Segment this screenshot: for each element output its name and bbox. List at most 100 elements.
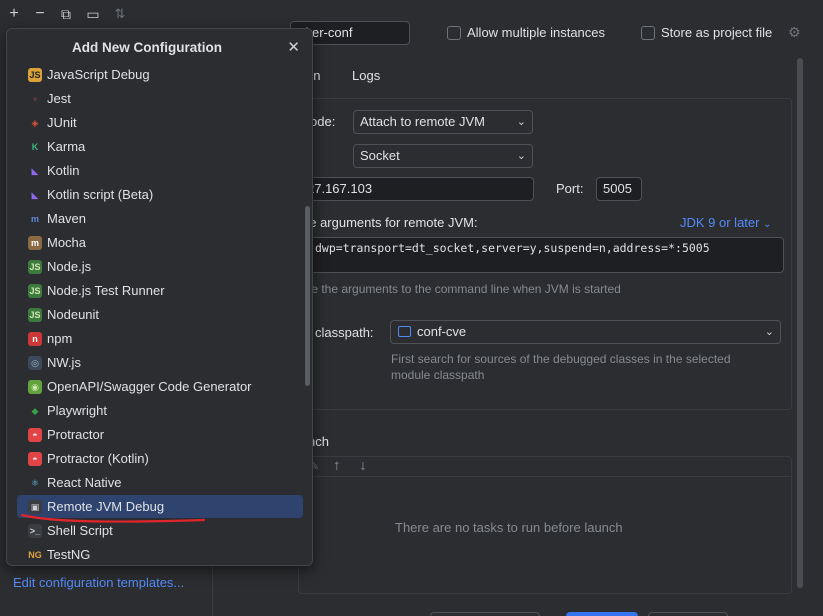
popup-item-label: Playwright [47,403,107,418]
allow-multiple-checkbox[interactable] [447,26,461,40]
popup-item-nodeunit[interactable]: JS Nodeunit [17,303,303,326]
popup-item-kotlin-script-beta[interactable]: ◣ Kotlin script (Beta) [17,183,303,206]
popup-item-node-js-test-runner[interactable]: JS Node.js Test Runner [17,279,303,302]
popup-scrollbar[interactable] [305,206,310,386]
add-icon[interactable]: + [4,4,24,24]
before-launch-divider [298,476,792,477]
port-input[interactable]: 5005 [596,177,642,201]
nodeunit-icon: JS [28,308,42,322]
openapi-icon: ◉ [28,380,42,394]
chevron-down-icon: ⌄ [516,116,526,128]
protractor-kotlin-icon: ◓ [28,452,42,466]
maven-icon: m [30,214,39,224]
module-folder-icon [398,326,411,337]
args-hint: ste the arguments to the command line wh… [302,282,621,296]
popup-item-mocha[interactable]: m Mocha [17,231,303,254]
npm-icon: n [28,332,42,346]
close-icon[interactable]: ✕ [287,38,300,56]
popup-item-label: JavaScript Debug [47,67,150,82]
args-label: ne arguments for remote JVM: [302,215,478,230]
store-project-checkbox[interactable] [641,26,655,40]
karma-icon: K [31,142,39,152]
popup-item-label: Kotlin script (Beta) [47,187,154,202]
popup-item-label: Maven [47,211,87,226]
folder-icon[interactable]: ▭ [83,4,103,24]
store-project-label: Store as project file [661,25,773,40]
classpath-hint-1: First search for sources of the debugged… [391,352,731,366]
popup-item-node-js[interactable]: JS Node.js [17,255,303,278]
classpath-value: conf-cve [417,324,467,339]
popup-item-label: Mocha [47,235,87,250]
host-input[interactable]: 27.167.103 [302,177,534,201]
move-down-icon[interactable]: ⭣ [360,459,366,474]
playwright-icon: ◆ [31,406,39,416]
jest-icon: ♆ [31,94,39,104]
chevron-down-icon: ⌄ [764,326,774,338]
transport-value: Socket [360,148,400,163]
classpath-hint-2: module classpath [391,368,485,382]
ok-button[interactable] [566,612,638,616]
classpath-label: classpath: [315,325,374,340]
popup-item-label: Jest [47,91,71,106]
popup-item-label: Protractor [47,427,105,442]
shell-script-icon: >_ [28,524,42,538]
mocha-icon: m [28,236,42,250]
classpath-select[interactable]: conf-cve ⌄ [390,320,781,344]
editor-scrollbar[interactable] [797,58,803,588]
edit-templates-link[interactable]: Edit configuration templates... [13,575,184,590]
chevron-down-icon: ⌄ [516,150,526,162]
popup-item-nw-js[interactable]: ◎ NW.js [17,351,303,374]
popup-item-label: npm [47,331,73,346]
react-native-icon: ⚛ [30,478,40,488]
chevron-down-icon: ⌄ [763,219,772,230]
config-editor: cker-conf Allow multiple instances Store… [250,0,823,616]
testng-icon: NG [28,550,42,560]
cancel-button[interactable] [648,612,728,616]
remove-icon[interactable]: − [30,4,50,24]
sort-icon[interactable]: ⇅ [110,4,130,24]
allow-multiple-label: Allow multiple instances [467,25,606,40]
tab-logs[interactable]: Logs [352,68,380,83]
debugger-mode-label: ode: [310,114,336,129]
popup-item-label: Node.js [47,259,92,274]
popup-item-kotlin[interactable]: ◣ Kotlin [17,159,303,182]
popup-item-jest[interactable]: ♆ Jest [17,87,303,110]
debugger-mode-select[interactable]: Attach to remote JVM ⌄ [353,110,533,134]
junit-icon: ◈ [31,118,39,128]
jdk-version-link[interactable]: JDK 9 or later ⌄ [680,215,772,230]
javascript-debug-icon: JS [28,68,42,82]
nodejs-test-runner-icon: JS [28,284,42,298]
args-field[interactable]: dwp=transport=dt_socket,server=y,suspend… [302,237,784,273]
popup-item-react-native[interactable]: ⚛ React Native [17,471,303,494]
popup-item-label: NW.js [47,355,81,370]
protractor-icon: ◓ [28,428,42,442]
popup-item-protractor[interactable]: ◓ Protractor [17,423,303,446]
popup-item-testng[interactable]: NG TestNG [17,543,303,566]
popup-item-label: Karma [47,139,86,154]
nwjs-icon: ◎ [28,356,42,370]
add-configuration-popup: Add New Configuration ✕ JS JavaScript Deb… [6,28,313,566]
popup-item-junit[interactable]: ◈ JUnit [17,111,303,134]
popup-item-karma[interactable]: K Karma [17,135,303,158]
red-annotation-stroke [20,513,206,523]
gear-icon[interactable]: ⚙ [788,24,801,41]
popup-item-npm[interactable]: n npm [17,327,303,350]
popup-item-protractor-kotlin[interactable]: ◓ Protractor (Kotlin) [17,447,303,470]
popup-item-openapi-swagger-code-generator[interactable]: ◉ OpenAPI/Swagger Code Generator [17,375,303,398]
popup-item-label: Nodeunit [47,307,100,322]
popup-item-maven[interactable]: m Maven [17,207,303,230]
copy-icon[interactable]: ⧉ [56,4,76,24]
popup-title: Add New Configuration [72,40,222,55]
before-launch-empty: There are no tasks to run before launch [395,520,623,535]
port-label: Port: [556,181,584,196]
footer-button[interactable] [430,612,540,616]
popup-item-label: React Native [47,475,122,490]
popup-item-label: TestNG [47,547,91,562]
transport-select[interactable]: Socket ⌄ [353,144,533,168]
debugger-mode-value: Attach to remote JVM [360,114,485,129]
popup-item-label: OpenAPI/Swagger Code Generator [47,379,252,394]
popup-item-label: Protractor (Kotlin) [47,451,149,466]
move-up-icon[interactable]: ⭡ [334,459,340,474]
popup-item-javascript-debug[interactable]: JS JavaScript Debug [17,63,303,86]
popup-item-playwright[interactable]: ◆ Playwright [17,399,303,422]
